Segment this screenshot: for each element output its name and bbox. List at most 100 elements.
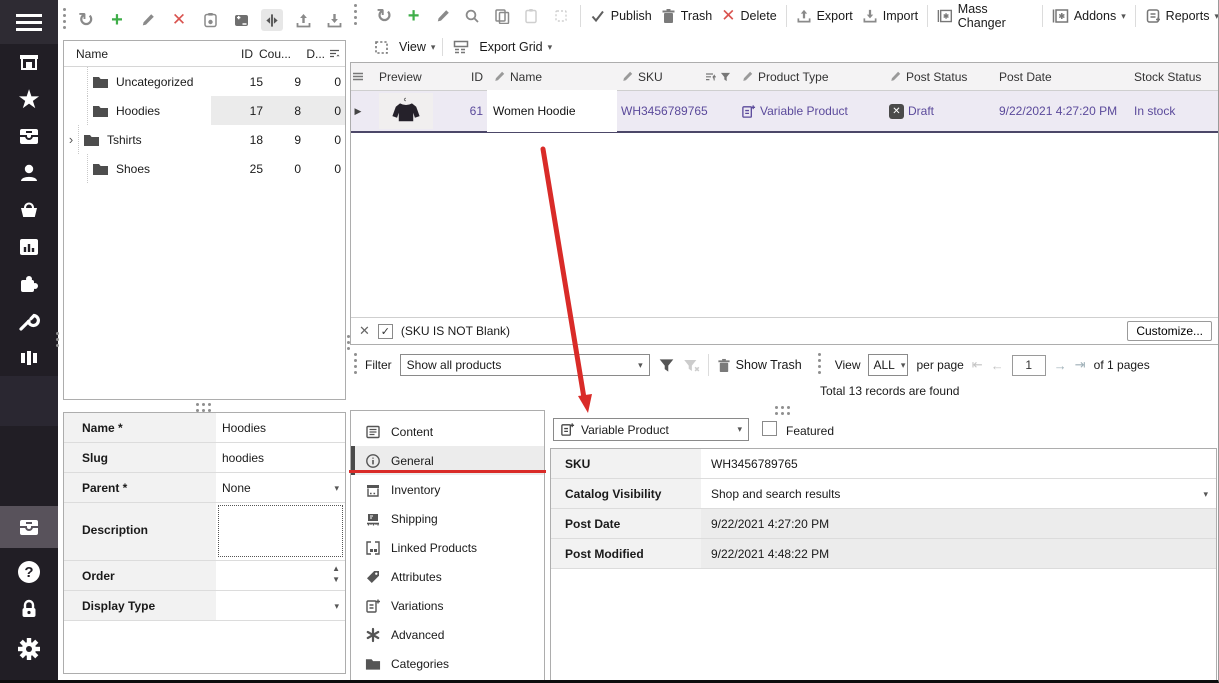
product-name[interactable]: Women Hoodie [487, 90, 617, 132]
copy-icon[interactable] [492, 5, 512, 27]
grip-handle[interactable] [818, 353, 821, 377]
sku-field[interactable]: WH3456789765 [701, 449, 1216, 478]
page-number-input[interactable] [1012, 355, 1046, 376]
row-expander-icon[interactable]: ▶ [351, 106, 365, 117]
col-d[interactable]: D... [295, 47, 329, 61]
description-textarea[interactable] [218, 505, 343, 557]
tab-content[interactable]: Content [351, 417, 544, 446]
next-page-icon[interactable]: → [1054, 358, 1067, 373]
import-down-icon[interactable] [323, 9, 345, 31]
view-button[interactable]: View▾ [399, 40, 435, 54]
tab-shipping[interactable]: Shipping [351, 504, 544, 533]
edit-pencil-icon[interactable] [433, 5, 453, 27]
apply-filter-funnel-icon[interactable] [658, 358, 675, 373]
search-icon[interactable] [462, 5, 482, 27]
show-trash-button[interactable]: Show Trash [717, 358, 802, 373]
add-icon[interactable]: + [403, 5, 423, 27]
paste-icon[interactable] [521, 5, 541, 27]
tree-row-shoes[interactable]: Shoes 2500 [64, 154, 345, 183]
name-field[interactable]: Hoodies [216, 413, 345, 442]
sidebar-item-active[interactable] [0, 506, 58, 548]
first-page-icon[interactable]: ⇤ [972, 357, 983, 373]
col-name[interactable]: Name [487, 70, 617, 84]
prev-page-icon[interactable]: ← [991, 358, 1004, 373]
wrench-icon[interactable] [17, 309, 41, 333]
col-post-date[interactable]: Post Date [995, 70, 1130, 84]
products-filter-select[interactable]: Show all products ▾ [400, 354, 650, 376]
chart-icon[interactable] [17, 235, 41, 259]
tree-row-tshirts[interactable]: › Tshirts 1890 [64, 125, 345, 154]
spinner-arrows-icon[interactable]: ▲▼ [332, 563, 340, 585]
col-name[interactable]: Name [64, 47, 219, 61]
featured-checkbox[interactable] [762, 421, 777, 436]
expand-chevron-icon[interactable]: › [64, 132, 78, 147]
menu-icon[interactable] [0, 0, 58, 44]
tree-label[interactable]: Shoes [109, 162, 229, 176]
tab-linked-products[interactable]: Linked Products [351, 533, 544, 562]
category-tree-header[interactable]: Name ID Cou... D... [64, 41, 345, 67]
product-row[interactable]: ▶ 61 Women Hoodie WH3456789765 Variable … [351, 91, 1218, 133]
trash-button[interactable]: Trash [661, 8, 713, 24]
publish-button[interactable]: Publish [590, 8, 652, 24]
paste-special-icon[interactable] [550, 5, 570, 27]
tab-variations[interactable]: Variations [351, 591, 544, 620]
product-thumbnail[interactable] [365, 93, 457, 129]
export-grid-button[interactable]: Export Grid▾ [479, 40, 552, 54]
col-id[interactable]: ID [219, 47, 257, 61]
tree-label[interactable]: Uncategorized [109, 75, 229, 89]
filter-checkbox[interactable]: ✓ [378, 324, 393, 339]
col-sku[interactable]: SKU [617, 70, 737, 84]
catalog-visibility-select[interactable]: Shop and search results ▾ [701, 479, 1216, 508]
tree-label[interactable]: Tshirts [100, 133, 229, 147]
columns-icon[interactable] [17, 346, 41, 370]
grip-handle[interactable] [354, 4, 357, 28]
tab-attributes[interactable]: Attributes [351, 562, 544, 591]
export-button[interactable]: Export [796, 8, 853, 24]
star-icon[interactable]: ★ [17, 87, 41, 111]
product-name-cell[interactable]: Women Hoodie [487, 90, 617, 132]
col-preview[interactable]: Preview [365, 70, 457, 84]
tree-row-hoodies[interactable]: Hoodies 1780 [64, 96, 345, 125]
export-up-icon[interactable] [292, 9, 314, 31]
grid-menu-icon[interactable] [351, 72, 365, 81]
display-type-select[interactable]: ▾ [216, 591, 345, 620]
grip-handle[interactable] [775, 406, 791, 409]
col-post-status[interactable]: Post Status [885, 70, 995, 84]
slug-field[interactable]: hoodies [216, 443, 345, 472]
addons-button[interactable]: Addons ▾ [1052, 8, 1126, 24]
col-id[interactable]: ID [457, 70, 487, 84]
help-icon[interactable]: ? [17, 560, 41, 584]
import-button[interactable]: Import [862, 8, 918, 24]
preview-clipboard-icon[interactable] [199, 9, 221, 31]
add-icon[interactable]: + [106, 9, 128, 31]
settings-gear-icon[interactable] [17, 637, 41, 661]
archive-icon[interactable] [17, 124, 41, 148]
lock-icon[interactable] [17, 597, 41, 621]
reports-button[interactable]: Reports ▾ [1145, 8, 1219, 24]
tab-categories[interactable]: Categories [351, 649, 544, 678]
customers-icon[interactable] [17, 161, 41, 185]
refresh-icon[interactable]: ↻ [374, 5, 394, 27]
tree-row-uncategorized[interactable]: Uncategorized 1590 [64, 67, 345, 96]
grip-handle[interactable] [63, 8, 66, 32]
store-icon[interactable] [17, 50, 41, 74]
order-spinner[interactable]: ▲▼ [216, 561, 345, 590]
grip-handle[interactable] [354, 353, 357, 377]
split-columns-icon[interactable] [261, 9, 283, 31]
delete-x-icon[interactable]: ✕ [168, 9, 190, 31]
tab-advanced[interactable]: Advanced [351, 620, 544, 649]
grip-handle[interactable] [56, 332, 59, 350]
per-page-select[interactable]: ALL ▾ [868, 354, 908, 376]
filter-funnel-icon[interactable] [720, 72, 731, 82]
plugin-icon[interactable] [17, 272, 41, 296]
basket-icon[interactable] [17, 198, 41, 222]
clear-filter-funnel-icon[interactable] [683, 358, 700, 373]
grip-handle[interactable] [347, 335, 350, 353]
grip-handle[interactable] [196, 403, 212, 406]
col-stock-status[interactable]: Stock Status [1130, 70, 1218, 84]
customize-button[interactable]: Customize... [1127, 321, 1212, 341]
edit-pencil-icon[interactable] [137, 9, 159, 31]
product-type-select[interactable]: Variable Product ▾ [553, 418, 749, 441]
refresh-icon[interactable]: ↻ [75, 9, 97, 31]
parent-select[interactable]: None ▾ [216, 473, 345, 502]
